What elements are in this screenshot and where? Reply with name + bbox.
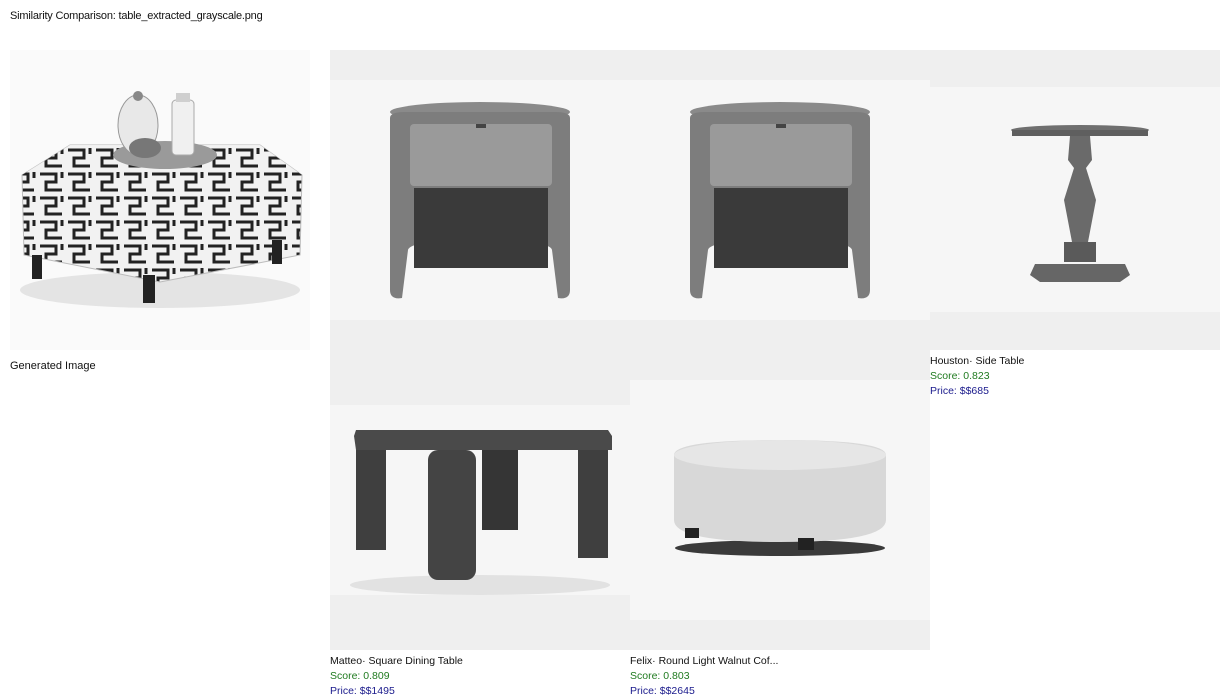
page-title: Similarity Comparison: table_extracted_g… bbox=[10, 10, 263, 22]
pedestal-table-icon bbox=[1011, 125, 1149, 282]
result-image-2[interactable] bbox=[630, 50, 930, 380]
product-price: Price: $$685 bbox=[930, 385, 989, 397]
result-image-3[interactable] bbox=[930, 50, 1220, 350]
similarity-score: Score: 0.803 bbox=[630, 670, 690, 682]
product-name[interactable]: Felix· Round Light Walnut Cof... bbox=[630, 654, 778, 669]
result-image-1[interactable] bbox=[330, 50, 630, 380]
product-name[interactable]: Matteo· Square Dining Table bbox=[330, 654, 463, 669]
product-price: Price: $$2645 bbox=[630, 685, 695, 697]
product-name[interactable]: Houston· Side Table bbox=[930, 354, 1024, 369]
similarity-score: Score: 0.809 bbox=[330, 670, 390, 682]
result-caption-5: Felix· Round Light Walnut Cof... Score: … bbox=[630, 654, 778, 699]
result-image-4[interactable] bbox=[330, 350, 630, 650]
result-caption-3: Houston· Side Table Score: 0.823 Price: … bbox=[930, 354, 1024, 399]
result-caption-4: Matteo· Square Dining Table Score: 0.809… bbox=[330, 654, 463, 699]
result-image-5[interactable] bbox=[630, 380, 930, 650]
product-price: Price: $$1495 bbox=[330, 685, 395, 697]
generated-image-label: Generated Image bbox=[10, 360, 96, 372]
generated-image bbox=[10, 50, 310, 350]
drum-table-icon bbox=[674, 440, 886, 556]
nightstand-icon bbox=[690, 102, 870, 299]
ottoman-icon bbox=[20, 91, 303, 308]
nightstand-icon bbox=[390, 102, 570, 299]
square-table-icon bbox=[350, 430, 612, 595]
similarity-score: Score: 0.823 bbox=[930, 370, 990, 382]
